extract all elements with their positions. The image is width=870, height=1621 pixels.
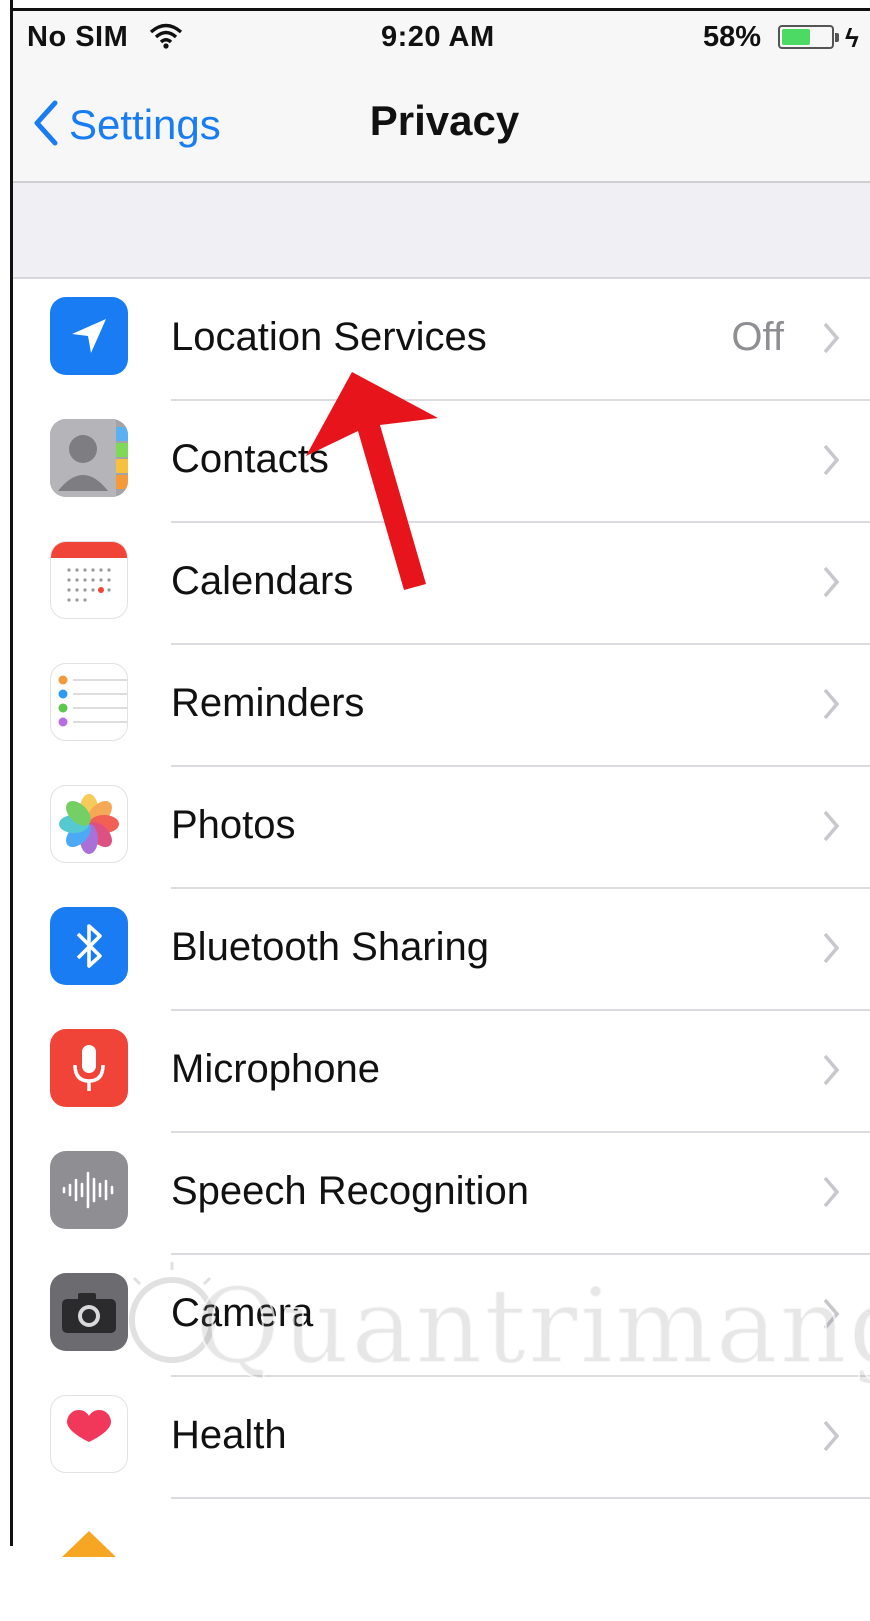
chevron-right-icon: [822, 809, 840, 848]
chevron-right-icon: [822, 321, 840, 360]
row-label: Speech Recognition: [171, 1169, 530, 1213]
privacy-settings-list: Location Services Off Contacts Calendars…: [13, 279, 870, 1595]
camera-icon: [50, 1273, 128, 1351]
health-heart-icon: [50, 1395, 128, 1473]
carrier-label: No SIM: [27, 21, 129, 53]
battery-tip: [835, 33, 839, 42]
row-contacts[interactable]: Contacts: [13, 401, 870, 523]
chevron-right-icon: [822, 1297, 840, 1336]
battery-percent: 58%: [703, 21, 762, 53]
row-speech-recognition[interactable]: Speech Recognition: [13, 1133, 870, 1255]
page-title-text: Privacy: [369, 97, 520, 144]
row-label: Location Services: [171, 315, 487, 359]
frame-border-left: [10, 0, 13, 1546]
speech-waveform-icon: [50, 1151, 128, 1229]
reminders-icon: [50, 663, 128, 741]
iphone-screenshot: No SIM 9:20 AM 58% ϟ Settings Privacy Lo…: [0, 0, 870, 1595]
row-label: Contacts: [171, 437, 329, 481]
status-bar: No SIM 9:20 AM 58% ϟ: [13, 11, 870, 65]
chevron-right-icon: [822, 931, 840, 970]
chevron-right-icon: [822, 443, 840, 482]
contacts-icon: [50, 419, 128, 497]
bluetooth-icon: [50, 907, 128, 985]
microphone-icon: [50, 1029, 128, 1107]
row-calendars[interactable]: Calendars: [13, 523, 870, 645]
photos-icon: [50, 785, 128, 863]
row-label: Calendars: [171, 559, 354, 603]
row-camera[interactable]: Camera: [13, 1255, 870, 1377]
row-label: Health: [171, 1413, 287, 1457]
section-spacer: [13, 183, 870, 279]
page-title: Privacy: [13, 97, 870, 145]
location-services-status: Off: [731, 315, 784, 359]
row-reminders[interactable]: Reminders: [13, 645, 870, 767]
frame-border-top: [10, 8, 870, 11]
chevron-right-icon: [822, 687, 840, 726]
row-location-services[interactable]: Location Services Off: [13, 279, 870, 401]
row-photos[interactable]: Photos: [13, 767, 870, 889]
homekit-icon: [50, 1517, 128, 1595]
row-label: Bluetooth Sharing: [171, 925, 490, 969]
row-label: Reminders: [171, 681, 365, 725]
row-label: Photos: [171, 803, 296, 847]
chevron-right-icon: [822, 565, 840, 604]
row-microphone[interactable]: Microphone: [13, 1011, 870, 1133]
row-label: Microphone: [171, 1047, 381, 1091]
navigation-bar: Settings Privacy: [13, 65, 870, 183]
row-homekit[interactable]: [13, 1499, 870, 1621]
location-arrow-icon: [50, 297, 128, 375]
charging-bolt-icon: ϟ: [845, 23, 859, 53]
battery-icon: [778, 25, 834, 49]
row-health[interactable]: Health: [13, 1377, 870, 1499]
clock: 9:20 AM: [381, 21, 495, 53]
wifi-icon: [149, 23, 183, 54]
chevron-right-icon: [822, 1053, 840, 1092]
row-bluetooth-sharing[interactable]: Bluetooth Sharing: [13, 889, 870, 1011]
chevron-right-icon: [822, 1419, 840, 1458]
row-label: Camera: [171, 1291, 314, 1335]
chevron-right-icon: [822, 1175, 840, 1214]
calendar-icon: [50, 541, 128, 619]
battery-level-fill: [782, 29, 810, 45]
